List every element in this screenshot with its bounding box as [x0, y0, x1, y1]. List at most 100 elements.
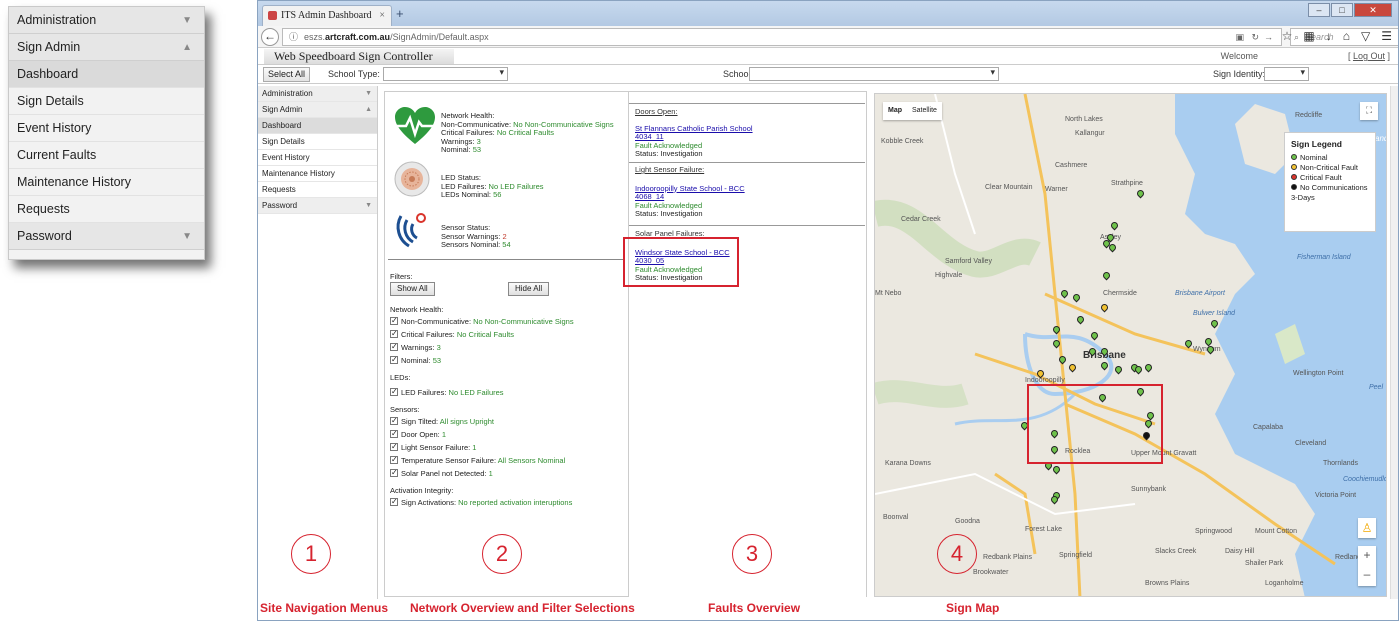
filter-solar-panel[interactable]: Solar Panel not Detected: 1 [390, 466, 625, 480]
nav-requests[interactable]: Requests [258, 182, 377, 198]
checkbox[interactable] [390, 414, 398, 427]
select-all-button[interactable]: Select All [263, 67, 311, 82]
fault-school-link[interactable]: Indooroopilly State School - BCC [635, 184, 863, 194]
nav-sign-details[interactable]: Sign Details [258, 134, 377, 150]
map-place-label: Browns Plains [1145, 580, 1190, 587]
filter-bar: Select All School Type: School: Sign Ide… [258, 65, 1398, 84]
hide-all-button[interactable]: Hide All [508, 282, 550, 296]
map-place-label: Peel [1369, 384, 1384, 391]
zoom-menu-event-history[interactable]: Event History [9, 115, 204, 142]
pocket-icon[interactable]: ▽ [1361, 29, 1370, 43]
map-place-label: Capalaba [1253, 424, 1283, 431]
nav-administration[interactable]: Administration ▼ [258, 86, 377, 102]
checkbox[interactable] [390, 385, 398, 398]
school-type-label: School Type: [328, 69, 380, 79]
address-bar[interactable]: ⓘ eszs.artcraft.com.au/SignAdmin/Default.… [282, 28, 1282, 46]
nav-maintenance-history[interactable]: Maintenance History [258, 166, 377, 182]
nav-password[interactable]: Password ▼ [258, 198, 377, 214]
zoom-out-button[interactable]: – [1358, 565, 1376, 584]
nav-event-history[interactable]: Event History [258, 150, 377, 166]
map-toggle-button[interactable]: Map [883, 102, 907, 120]
filter-light-sensor-failure[interactable]: Light Sensor Failure: 1 [390, 440, 625, 454]
map-place-label: Highvale [935, 272, 963, 279]
back-arrow-icon[interactable]: ← [261, 28, 279, 46]
checkbox[interactable] [390, 440, 398, 453]
checkbox[interactable] [390, 314, 398, 327]
browser-tab[interactable]: ITS Admin Dashboard × [262, 5, 392, 26]
satellite-toggle-button[interactable]: Satellite [907, 102, 942, 120]
sign-map[interactable]: Map Satellite ⛶ North Lakes Redcliffe Kall… [874, 93, 1387, 597]
map-place-label: Strathpine [1111, 180, 1143, 187]
filter-critical-failures[interactable]: Critical Failures: No Critical Faults [390, 327, 625, 341]
new-tab-icon[interactable]: + [396, 6, 404, 21]
home-icon[interactable]: ⌂ [1343, 29, 1350, 43]
caption-network-overview: Network Overview and Filter Selections [410, 601, 635, 615]
zoom-menu-maintenance-history[interactable]: Maintenance History [9, 169, 204, 196]
bookmark-star-icon[interactable]: ☆ [1282, 29, 1293, 43]
map-place-label: Mt Nebo [875, 290, 902, 297]
reader-and-reload-icons[interactable]: ▣ ↻ → [1235, 29, 1273, 45]
legend-item: Critical Fault [1291, 173, 1369, 183]
divider [629, 103, 865, 104]
filter-non-communicative[interactable]: Non-Communicative: No Non-Communicative … [390, 314, 625, 328]
school-select[interactable] [749, 67, 999, 81]
window-controls: – □ ✕ [1307, 3, 1392, 17]
filter-door-open[interactable]: Door Open: 1 [390, 427, 625, 441]
callout-number-1: 1 [291, 534, 331, 574]
zoom-in-button[interactable]: + [1358, 546, 1376, 565]
filter-led-failures[interactable]: LED Failures: No LED Failures [390, 385, 625, 399]
street-view-pegman-icon[interactable]: ♙ [1358, 518, 1376, 538]
filter-temperature-sensor-failure[interactable]: Temperature Sensor Failure: All Sensors … [390, 453, 625, 467]
map-place-label: Boonval [883, 514, 909, 521]
map-place-label: Wellington Point [1293, 370, 1344, 377]
fullscreen-icon[interactable]: ⛶ [1360, 102, 1378, 120]
library-icon[interactable]: ▦ [1303, 29, 1314, 43]
nav-sign-admin[interactable]: Sign Admin ▲ [258, 102, 377, 118]
divider [629, 162, 865, 163]
zoom-menu-sign-admin[interactable]: Sign Admin ▲ [9, 34, 204, 61]
map-place-label: Redcliffe [1295, 112, 1323, 119]
sensors-nominal-value: 54 [502, 240, 511, 249]
show-all-button[interactable]: Show All [390, 282, 435, 296]
filter-warnings[interactable]: Warnings: 3 [390, 340, 625, 354]
divider [629, 225, 865, 226]
page-scrollbar[interactable] [1390, 86, 1398, 599]
map-place-label: Mount Cotton [1255, 528, 1298, 535]
sign-identity-select[interactable] [1264, 67, 1309, 81]
zoom-menu-administration[interactable]: Administration ▼ [9, 7, 204, 34]
checkbox[interactable] [390, 466, 398, 479]
filter-sign-tilted[interactable]: Sign Tilted: All signs Upright [390, 414, 625, 428]
checkbox[interactable] [390, 353, 398, 366]
checkbox[interactable] [390, 327, 398, 340]
checkbox[interactable] [390, 495, 398, 508]
close-window-button[interactable]: ✕ [1354, 3, 1392, 17]
zoom-menu-current-faults[interactable]: Current Faults [9, 142, 204, 169]
zoom-menu-requests[interactable]: Requests [9, 196, 204, 223]
map-place-label: Cedar Creek [901, 216, 941, 223]
checkbox[interactable] [390, 340, 398, 353]
menu-icon[interactable]: ☰ [1381, 29, 1392, 43]
checkbox[interactable] [390, 453, 398, 466]
map-place-label: Kobble Creek [881, 138, 924, 145]
zoom-menu-password[interactable]: Password ▼ [9, 223, 204, 250]
browser-toolbar: ☆ ▦ ↓ ⌂ ▽ ☰ [1282, 29, 1392, 43]
minimize-button[interactable]: – [1308, 3, 1330, 17]
maximize-button[interactable]: □ [1331, 3, 1353, 17]
logout-link[interactable]: [ Log Out ] [1348, 51, 1390, 61]
zoom-menu-dashboard[interactable]: Dashboard [9, 61, 204, 88]
close-tab-icon[interactable]: × [379, 6, 385, 26]
zoom-menu-sign-details[interactable]: Sign Details [9, 88, 204, 115]
fault-light-sensor: Light Sensor Failure: Indooroopilly Stat… [635, 165, 863, 219]
filter-sign-activations[interactable]: Sign Activations: No reported activation… [390, 495, 625, 509]
nav-dashboard[interactable]: Dashboard [258, 118, 377, 134]
map-place-label: Springwood [1195, 528, 1232, 535]
fault-school-link[interactable]: St Flannans Catholic Parish School [635, 124, 863, 134]
callout-number-3: 3 [732, 534, 772, 574]
checkbox[interactable] [390, 427, 398, 440]
download-icon[interactable]: ↓ [1326, 29, 1332, 43]
non-critical-pin-icon [1291, 164, 1297, 170]
app-header: Web Speedboard Sign Controller Welcome [… [258, 48, 1398, 65]
info-icon[interactable]: ⓘ [289, 32, 298, 42]
filter-nominal[interactable]: Nominal: 53 [390, 353, 625, 367]
school-type-select[interactable] [383, 67, 508, 81]
